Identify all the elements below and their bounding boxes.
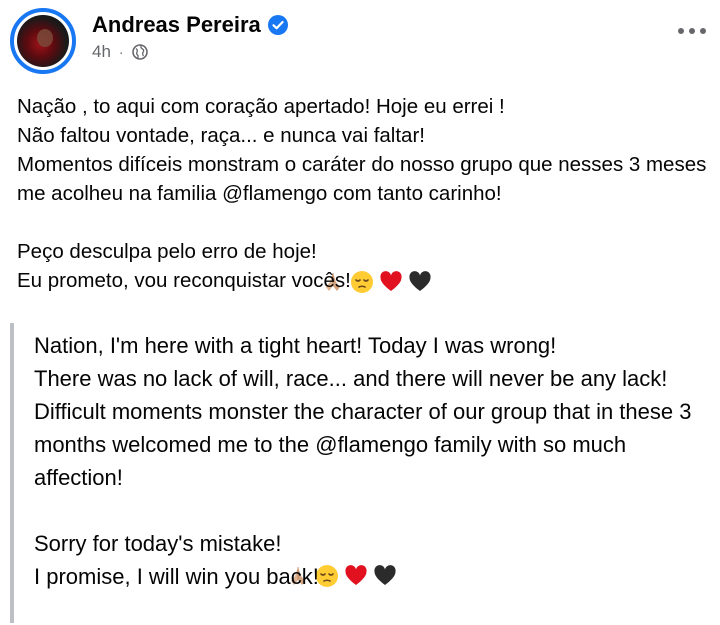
post-line: Nação , to aqui com coração apertado! Ho… (17, 95, 505, 118)
more-options-icon[interactable] (678, 26, 706, 36)
avatar-photo (17, 15, 69, 67)
verified-badge-icon (267, 15, 288, 35)
globe-icon[interactable] (131, 44, 148, 60)
apology-text: Sorry for today's mistake! (34, 531, 282, 556)
black-heart-icon (373, 531, 399, 585)
dot (700, 28, 706, 34)
author-row: Andreas Pereira (92, 12, 288, 38)
author-name[interactable]: Andreas Pereira (92, 12, 261, 38)
post-timestamp[interactable]: 4h (92, 42, 111, 62)
dot (678, 28, 684, 34)
apology-text: Peço desculpa pelo erro de hoje! (17, 240, 317, 263)
emoji-group (321, 241, 437, 293)
post-line: Peço desculpa pelo erro de hoje! (17, 237, 707, 293)
post-header: Andreas Pereira 4h · (0, 0, 720, 80)
translation-text: Nation, I'm here with a tight heart! Tod… (34, 329, 694, 593)
dot (689, 28, 695, 34)
post-meta: 4h · (92, 42, 148, 62)
translation-line: There was no lack of will, race... and t… (34, 366, 668, 391)
translation-line: Difficult moments monster the character … (34, 399, 692, 490)
pensive-face-icon (315, 531, 341, 587)
translation-quote: Nation, I'm here with a tight heart! Tod… (10, 323, 700, 623)
emoji-group (286, 531, 402, 587)
meta-separator: · (118, 44, 124, 60)
pensive-face-icon (350, 241, 376, 293)
translation-line: Sorry for today's mistake! (34, 527, 694, 587)
post-line: Momentos difíceis monstram o caráter do … (17, 153, 707, 205)
red-heart-icon (344, 531, 370, 585)
avatar[interactable] (10, 8, 76, 74)
post-line: Não faltou vontade, raça... e nunca vai … (17, 124, 425, 147)
red-heart-icon (379, 241, 405, 291)
post-text: Nação , to aqui com coração apertado! Ho… (17, 92, 707, 295)
folded-hands-icon (321, 241, 347, 291)
black-heart-icon (408, 241, 434, 291)
folded-hands-icon (286, 531, 312, 585)
translation-line: Nation, I'm here with a tight heart! Tod… (34, 333, 557, 358)
